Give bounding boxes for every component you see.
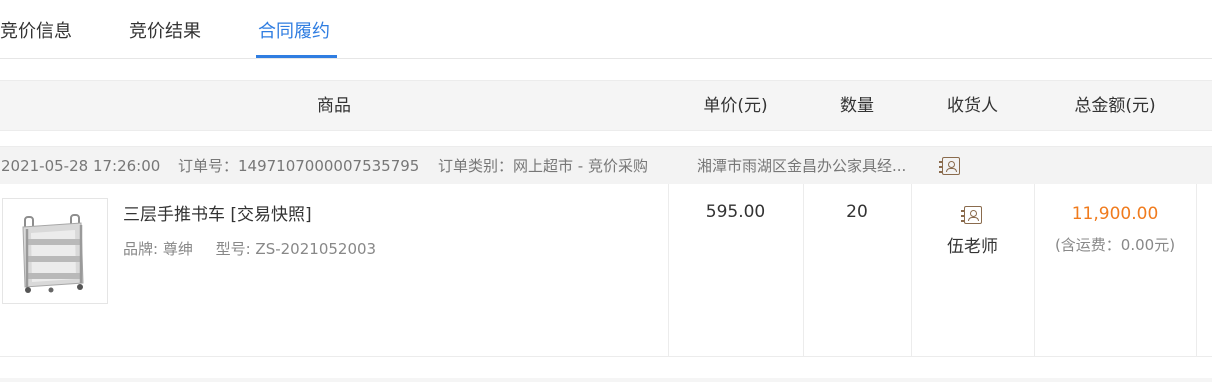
unit-price: 595.00: [705, 202, 766, 222]
order-type: 订单类别：网上超市 - 竞价采购: [438, 157, 648, 175]
tab-bar: 竞价信息 竞价结果 合同履约: [0, 0, 1212, 59]
quantity: 20: [846, 202, 868, 222]
order-number: 订单号：1497107000007535795: [178, 157, 420, 175]
table-row: 三层手推书车 [交易快照] 品牌: 尊绅 型号: ZS-2021052003 5…: [0, 184, 1212, 357]
contact-card-icon[interactable]: [939, 157, 960, 175]
header-product: 商品: [317, 96, 351, 116]
freight-note: (含运费：0.00元): [1054, 236, 1176, 254]
table-header: 商品 单价(元) 数量 收货人 总金额(元): [0, 80, 1212, 131]
product-name-link[interactable]: 三层手推书车 [交易快照]: [123, 200, 312, 225]
contact-card-icon[interactable]: [961, 206, 982, 224]
header-total-amount: 总金额(元): [1074, 96, 1156, 116]
tab-bidding-info[interactable]: 竞价信息: [0, 18, 72, 46]
column-divider: [911, 184, 912, 357]
order-datetime: 2021-05-28 17:26:00: [1, 157, 161, 175]
total-amount: 11,900.00: [1071, 204, 1159, 224]
next-row-edge: [0, 378, 1212, 382]
header-receiver: 收货人: [947, 96, 998, 116]
column-divider: [1196, 184, 1197, 357]
header-unit-price: 单价(元): [703, 96, 768, 116]
product-model: 型号: ZS-2021052003: [215, 240, 377, 258]
active-tab-indicator: [256, 55, 337, 58]
tab-contract-performance[interactable]: 合同履约: [258, 18, 330, 46]
product-attributes: 品牌: 尊绅 型号: ZS-2021052003: [123, 238, 376, 259]
product-brand: 品牌: 尊绅: [123, 240, 193, 258]
header-quantity: 数量: [840, 96, 874, 116]
order-meta-row: 2021-05-28 17:26:00 订单号：1497107000007535…: [0, 146, 1212, 184]
supplier-name[interactable]: 湘潭市雨湖区金昌办公家具经...: [697, 147, 925, 185]
book-cart-image: [22, 214, 84, 293]
product-image[interactable]: [2, 198, 108, 304]
tab-bidding-result[interactable]: 竞价结果: [129, 18, 201, 46]
receiver-name: 伍老师: [947, 237, 998, 257]
